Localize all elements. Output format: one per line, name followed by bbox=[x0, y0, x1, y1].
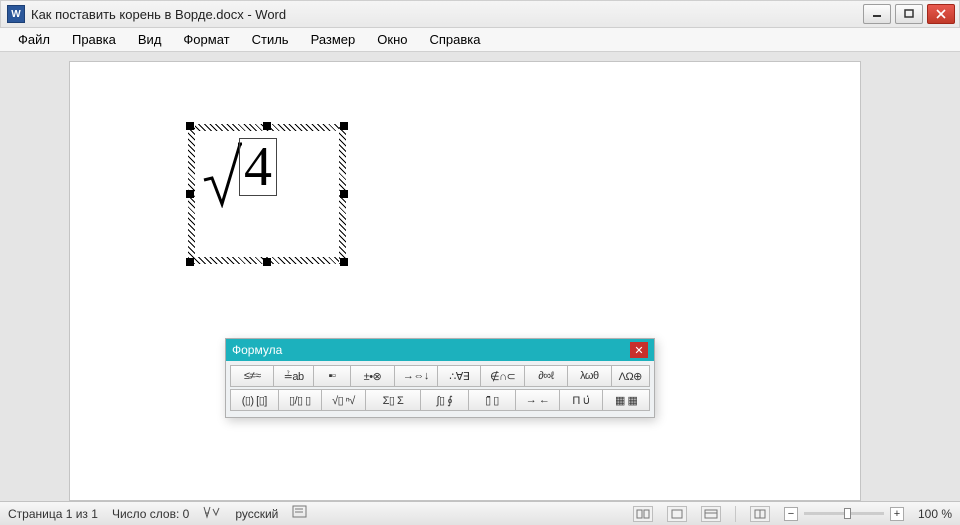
formula-toolbar-close[interactable]: ✕ bbox=[630, 342, 648, 358]
window-title: Как поставить корень в Ворде.docx - Word bbox=[31, 7, 863, 22]
resize-handle[interactable] bbox=[340, 122, 348, 130]
status-language[interactable]: русский bbox=[235, 507, 278, 521]
formula-row-2: (▯) [▯] ▯/▯ ▯ √▯ ⁿ√ Σ▯ Σ ∫▯ ∮ ▯̄ ▯ → ← Π… bbox=[230, 389, 650, 411]
zoom-in-button[interactable]: + bbox=[890, 507, 904, 521]
menu-edit[interactable]: Правка bbox=[62, 29, 126, 50]
formula-toolbar-titlebar[interactable]: Формула ✕ bbox=[226, 339, 654, 361]
status-wordcount[interactable]: Число слов: 0 bbox=[112, 507, 189, 521]
equation-content: 4 bbox=[202, 138, 277, 208]
status-page[interactable]: Страница 1 из 1 bbox=[8, 507, 98, 521]
status-bar: Страница 1 из 1 Число слов: 0 русский − … bbox=[0, 501, 960, 525]
zoom-out-button[interactable]: − bbox=[784, 507, 798, 521]
template-fences[interactable]: (▯) [▯] bbox=[230, 389, 278, 411]
template-radicals[interactable]: √▯ ⁿ√ bbox=[321, 389, 365, 411]
menu-help[interactable]: Справка bbox=[419, 29, 490, 50]
symbols-spacing[interactable]: ≟ab bbox=[273, 365, 312, 387]
radicand-value[interactable]: 4 bbox=[239, 138, 277, 196]
template-fractions[interactable]: ▯/▯ ▯ bbox=[278, 389, 322, 411]
template-labeled-arrows[interactable]: → ← bbox=[515, 389, 559, 411]
zoom-value[interactable]: 100 % bbox=[918, 507, 952, 521]
view-fit-icon[interactable] bbox=[750, 506, 770, 522]
maximize-button[interactable] bbox=[895, 4, 923, 24]
template-sums[interactable]: Σ▯ Σ bbox=[365, 389, 420, 411]
zoom-control: − + bbox=[784, 507, 904, 521]
formula-toolbar[interactable]: Формула ✕ ≤≠≈ ≟ab ▪▫ ±•⊗ →⇔↓ ∴∀∃ ∉∩⊂ ∂∞ℓ… bbox=[225, 338, 655, 418]
separator bbox=[735, 506, 736, 522]
view-read-icon[interactable] bbox=[633, 506, 653, 522]
menu-size[interactable]: Размер bbox=[301, 29, 366, 50]
track-changes-icon[interactable] bbox=[292, 505, 308, 522]
equation-object[interactable]: 4 bbox=[188, 124, 346, 264]
resize-handle[interactable] bbox=[340, 258, 348, 266]
spellcheck-icon[interactable] bbox=[203, 505, 221, 522]
resize-handle[interactable] bbox=[186, 122, 194, 130]
workspace: 4 bbox=[0, 52, 960, 501]
symbols-misc[interactable]: ∂∞ℓ bbox=[524, 365, 567, 387]
app-icon: W bbox=[7, 5, 25, 23]
menu-style[interactable]: Стиль bbox=[242, 29, 299, 50]
symbols-relational[interactable]: ≤≠≈ bbox=[230, 365, 273, 387]
minimize-button[interactable] bbox=[863, 4, 891, 24]
symbols-operators[interactable]: ±•⊗ bbox=[350, 365, 393, 387]
template-bars[interactable]: ▯̄ ▯ bbox=[468, 389, 516, 411]
zoom-slider[interactable] bbox=[804, 512, 884, 515]
symbols-greek-lower[interactable]: λωθ bbox=[567, 365, 610, 387]
symbols-arrows[interactable]: →⇔↓ bbox=[394, 365, 437, 387]
resize-handle[interactable] bbox=[186, 258, 194, 266]
formula-row-1: ≤≠≈ ≟ab ▪▫ ±•⊗ →⇔↓ ∴∀∃ ∉∩⊂ ∂∞ℓ λωθ ΛΩ⊕ bbox=[230, 365, 650, 387]
close-button[interactable] bbox=[927, 4, 955, 24]
menu-view[interactable]: Вид bbox=[128, 29, 172, 50]
view-web-icon[interactable] bbox=[701, 506, 721, 522]
resize-handle[interactable] bbox=[263, 258, 271, 266]
resize-handle[interactable] bbox=[263, 122, 271, 130]
symbols-set[interactable]: ∉∩⊂ bbox=[480, 365, 523, 387]
zoom-thumb[interactable] bbox=[844, 508, 851, 519]
menu-file[interactable]: Файл bbox=[8, 29, 60, 50]
resize-handle[interactable] bbox=[340, 190, 348, 198]
symbols-greek-upper[interactable]: ΛΩ⊕ bbox=[611, 365, 650, 387]
menu-window[interactable]: Окно bbox=[367, 29, 417, 50]
menu-format[interactable]: Формат bbox=[173, 29, 239, 50]
radical-icon bbox=[202, 138, 242, 208]
template-products[interactable]: Π ∪̇ bbox=[559, 389, 603, 411]
title-bar: W Как поставить корень в Ворде.docx - Wo… bbox=[0, 0, 960, 28]
resize-handle[interactable] bbox=[186, 190, 194, 198]
document-page[interactable]: 4 bbox=[70, 62, 860, 500]
symbols-embellishments[interactable]: ▪▫ bbox=[313, 365, 350, 387]
template-matrices[interactable]: ▦ ▦ bbox=[602, 389, 650, 411]
template-integrals[interactable]: ∫▯ ∮ bbox=[420, 389, 468, 411]
symbols-logical[interactable]: ∴∀∃ bbox=[437, 365, 480, 387]
menu-bar: Файл Правка Вид Формат Стиль Размер Окно… bbox=[0, 28, 960, 52]
formula-toolbar-title: Формула bbox=[232, 343, 282, 357]
view-print-icon[interactable] bbox=[667, 506, 687, 522]
